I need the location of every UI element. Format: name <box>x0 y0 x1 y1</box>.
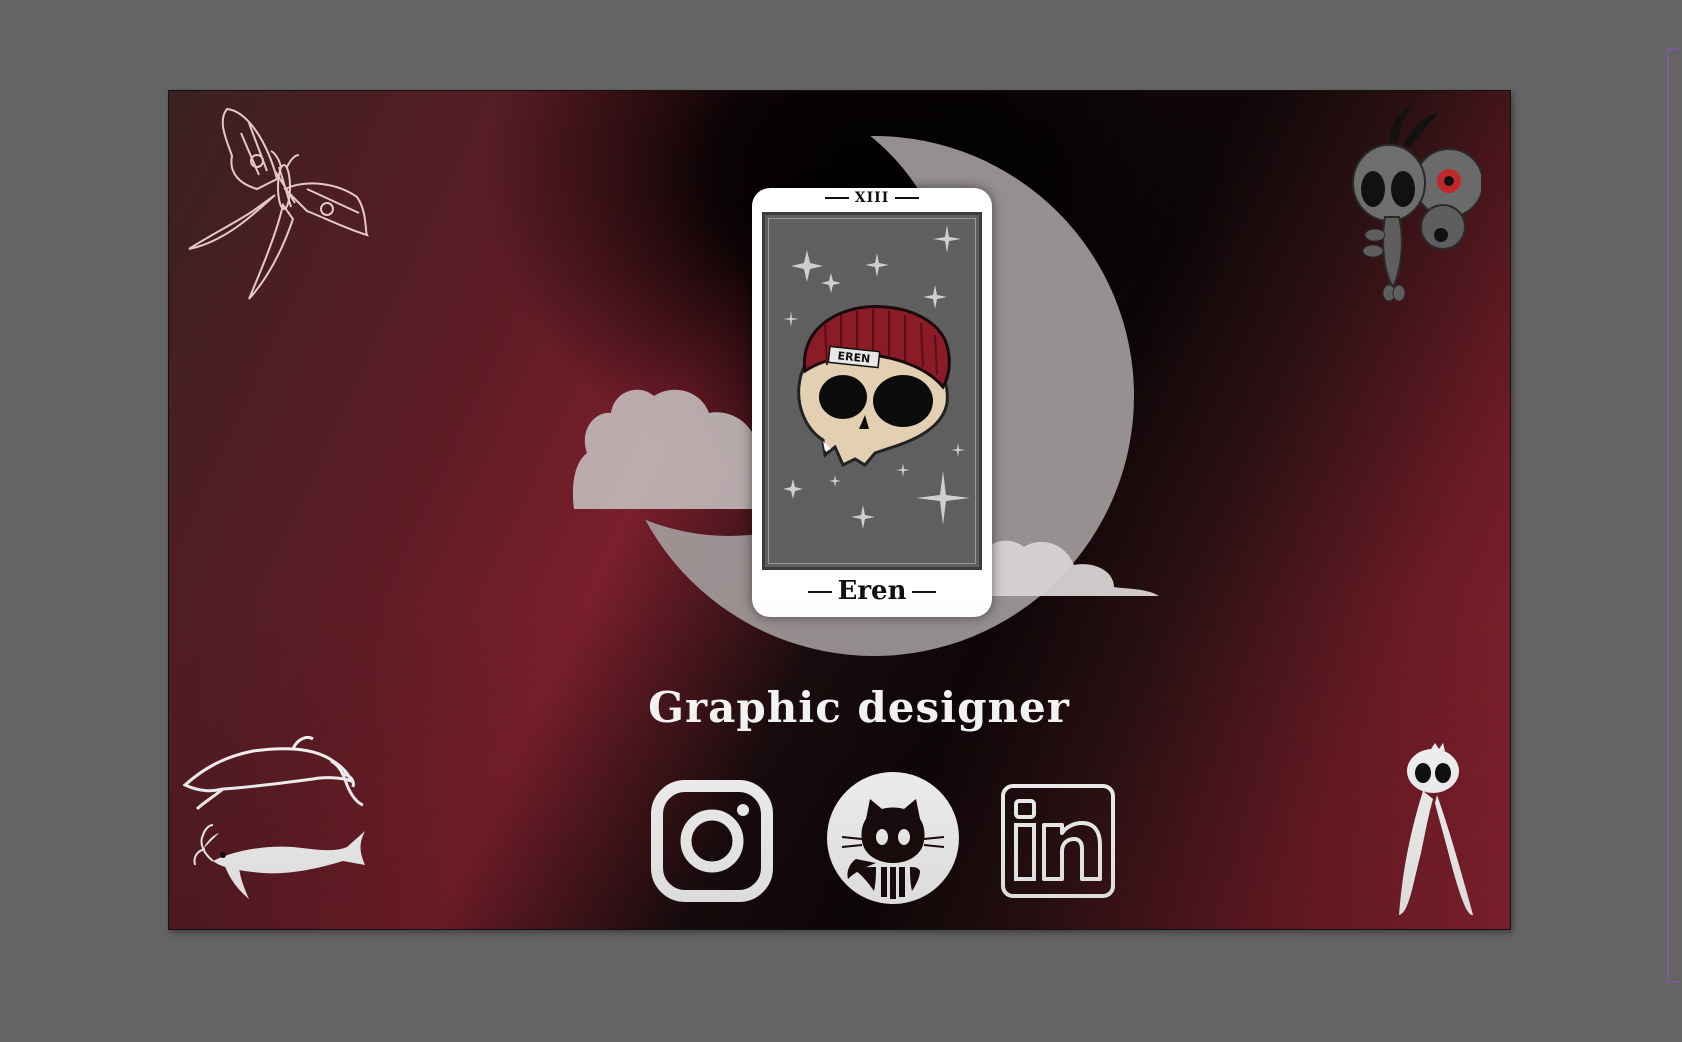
card-number: XIII <box>752 190 992 206</box>
linkedin-icon <box>1001 784 1115 898</box>
luna-moth-illustration <box>188 107 369 300</box>
github-link[interactable] <box>826 771 960 905</box>
instagram-icon <box>651 780 773 902</box>
card-name: Eren <box>752 576 992 606</box>
tarot-card[interactable]: XIII EREN Eren <box>752 188 992 617</box>
artboard[interactable]: XIII EREN Eren Graphic designer <box>168 90 1511 930</box>
instagram-link[interactable] <box>649 778 775 904</box>
tagline: Graphic designer <box>648 683 1070 732</box>
stick-creature-illustration <box>1399 743 1473 916</box>
github-icon <box>827 772 959 904</box>
skull-illustration: EREN <box>783 225 970 529</box>
card-illustration: EREN <box>762 212 982 570</box>
linkedin-link[interactable] <box>1000 783 1116 899</box>
next-artboard-edge <box>1667 48 1679 983</box>
moth-creature-illustration <box>1352 107 1481 301</box>
canvas-workspace: XIII EREN Eren Graphic designer <box>0 0 1682 1042</box>
catfish-illustration <box>183 735 365 899</box>
